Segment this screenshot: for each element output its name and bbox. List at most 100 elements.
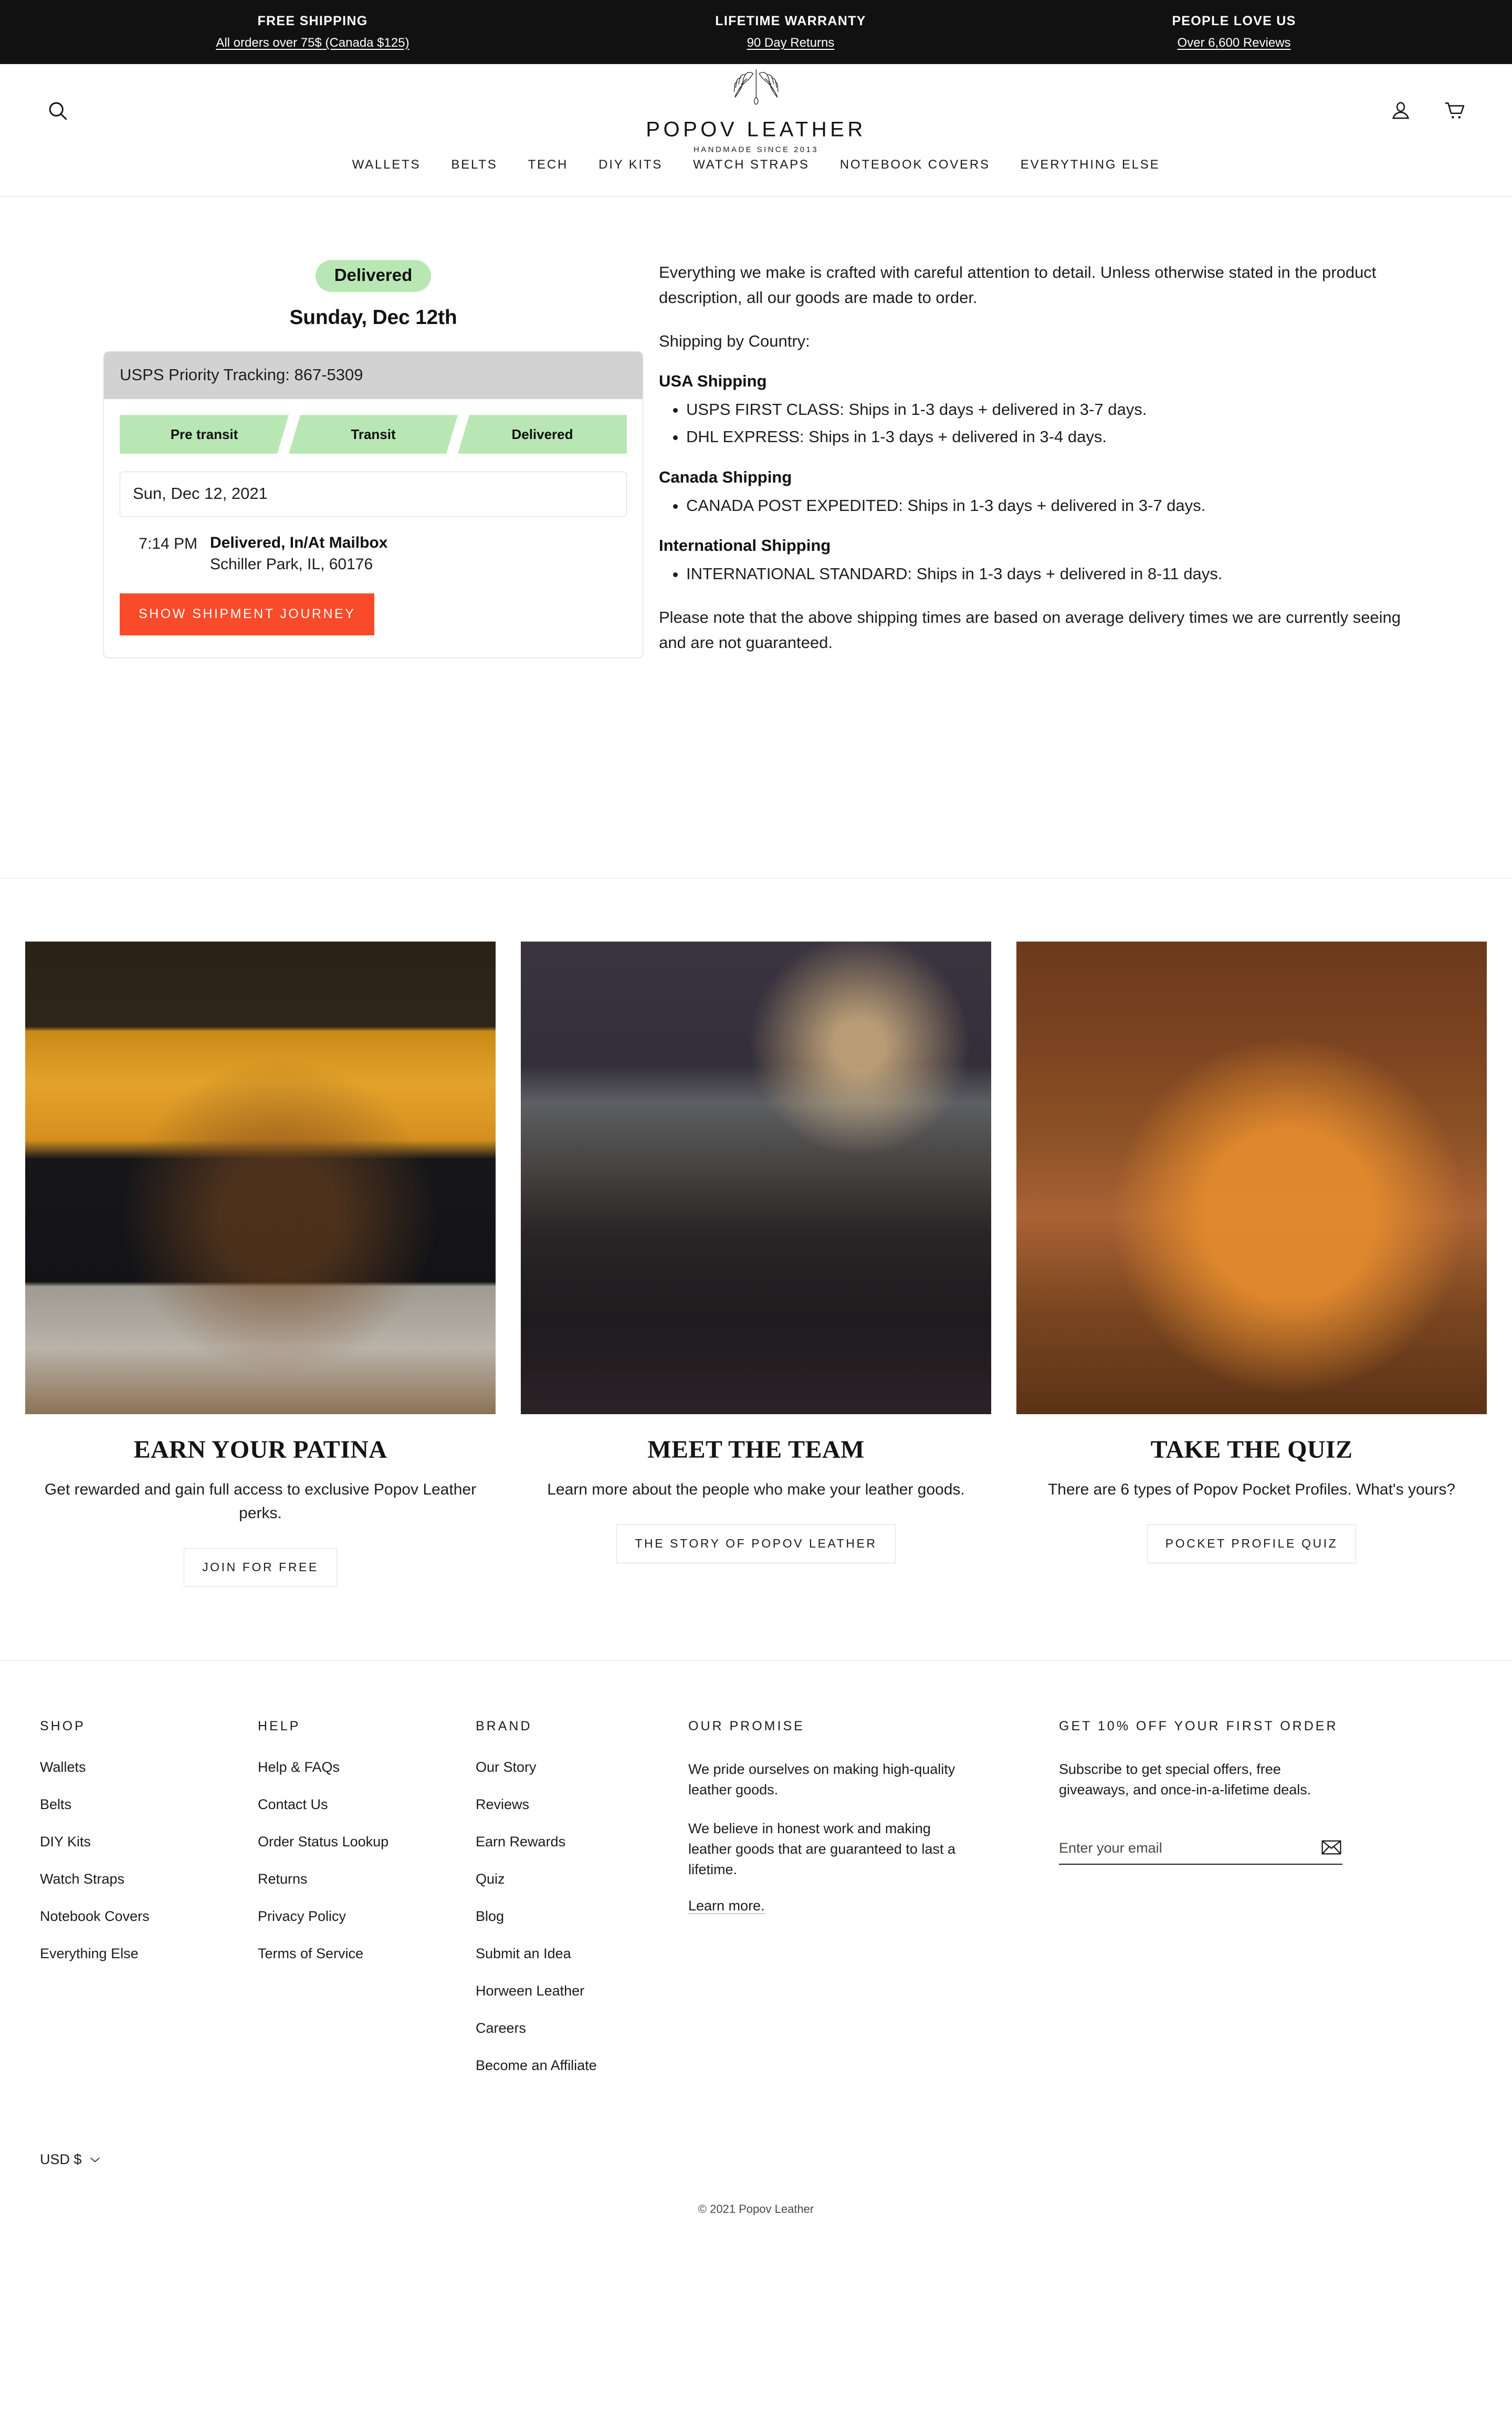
footer-link-belts[interactable]: Belts	[40, 1796, 237, 1813]
email-field[interactable]	[1059, 1840, 1269, 1856]
footer-column-our-promise: OUR PROMISE We pride ourselves on making…	[688, 1719, 1056, 2095]
footer-heading-help: HELP	[258, 1719, 301, 1734]
announcement-title: LIFETIME WARRANTY	[715, 13, 866, 28]
footer-bottom-bar: USD $ © 2021 Popov Leather	[40, 2095, 1472, 2216]
list-item: DHL EXPRESS: Ships in 1-3 days + deliver…	[686, 424, 1408, 450]
search-button[interactable]	[43, 96, 72, 126]
list-item: INTERNATIONAL STANDARD: Ships in 1-3 day…	[686, 561, 1408, 587]
nav-item-watch-straps[interactable]: WATCH STRAPS	[678, 158, 825, 172]
newsletter-submit-button[interactable]	[1321, 1840, 1342, 1856]
usa-shipping-heading: USA Shipping	[659, 372, 767, 391]
feature-card-take-the-quiz: TAKE THE QUIZ There are 6 types of Popov…	[1016, 942, 1487, 1587]
search-icon	[49, 102, 67, 120]
newsletter-description: Subscribe to get special offers, free gi…	[1059, 1761, 1311, 1798]
footer-link-returns[interactable]: Returns	[258, 1871, 455, 1887]
footer-link-submit-an-idea[interactable]: Submit an Idea	[476, 1946, 667, 1962]
feature-title: TAKE THE QUIZ	[1150, 1436, 1353, 1464]
footer-link-terms-of-service[interactable]: Terms of Service	[258, 1946, 455, 1962]
feature-card-meet-the-team: MEET THE TEAM Learn more about the peopl…	[521, 942, 991, 1587]
join-for-free-button[interactable]: JOIN FOR FREE	[184, 1548, 337, 1587]
currency-label: USD $	[40, 2151, 82, 2168]
site-header: POPOV LEATHER HANDMADE SINCE 2013	[0, 64, 1512, 158]
footer-link-order-status-lookup[interactable]: Order Status Lookup	[258, 1834, 455, 1850]
feature-description: Learn more about the people who make you…	[547, 1481, 965, 1499]
feature-image[interactable]	[521, 942, 991, 1415]
shipping-by-country-label: Shipping by Country:	[659, 331, 810, 350]
announcement-link[interactable]: Over 6,600 Reviews	[1172, 34, 1296, 53]
currency-selector[interactable]: USD $	[40, 2151, 101, 2168]
logo-wordmark: POPOV LEATHER	[646, 118, 866, 141]
nav-item-belts[interactable]: BELTS	[436, 158, 512, 172]
announcement-item-warranty: LIFETIME WARRANTY 90 Day Returns	[715, 12, 866, 53]
footer-heading-our-promise: OUR PROMISE	[688, 1719, 805, 1734]
feature-title: EARN YOUR PATINA	[133, 1436, 387, 1464]
footer-link-watch-straps[interactable]: Watch Straps	[40, 1871, 237, 1887]
story-of-popov-leather-button[interactable]: THE STORY OF POPOV LEATHER	[616, 1524, 896, 1564]
footer-link-privacy-policy[interactable]: Privacy Policy	[258, 1908, 455, 1925]
international-shipping-heading: International Shipping	[659, 536, 831, 555]
event-time: 7:14 PM	[139, 535, 197, 553]
nav-item-wallets[interactable]: WALLETS	[337, 158, 436, 172]
account-icon	[1392, 102, 1410, 119]
envelope-icon	[1321, 1840, 1341, 1854]
cart-button[interactable]	[1444, 99, 1467, 122]
footer-link-contact-us[interactable]: Contact Us	[258, 1796, 455, 1813]
footer-link-help-faqs[interactable]: Help & FAQs	[258, 1759, 455, 1775]
footer-link-blog[interactable]: Blog	[476, 1908, 667, 1925]
copyright-text: © 2021 Popov Leather	[698, 2202, 814, 2216]
shipment-progress-steps: Pre transit Transit Delivered	[120, 415, 627, 454]
list-item: USPS FIRST CLASS: Ships in 1-3 days + de…	[686, 397, 1408, 422]
newsletter-form	[1059, 1840, 1342, 1865]
announcement-title: PEOPLE LOVE US	[1172, 13, 1296, 28]
announcement-link[interactable]: All orders over 75$ (Canada $125)	[216, 34, 409, 53]
promise-paragraph-2: We believe in honest work and making lea…	[688, 1820, 956, 1877]
footer-link-become-an-affiliate[interactable]: Become an Affiliate	[476, 2057, 667, 2074]
feature-image[interactable]	[1016, 942, 1487, 1415]
footer-link-our-story[interactable]: Our Story	[476, 1759, 667, 1775]
status-badge: Delivered	[315, 260, 432, 292]
footer-link-everything-else[interactable]: Everything Else	[40, 1946, 237, 1962]
account-button[interactable]	[1390, 100, 1411, 121]
canada-shipping-heading: Canada Shipping	[659, 467, 792, 486]
announcement-item-shipping: FREE SHIPPING All orders over 75$ (Canad…	[216, 12, 409, 53]
step-delivered: Delivered	[458, 415, 627, 454]
main-content: Delivered Sunday, Dec 12th USPS Priority…	[0, 197, 1512, 879]
footer-link-horween-leather[interactable]: Horween Leather	[476, 1983, 667, 1999]
footer-link-reviews[interactable]: Reviews	[476, 1796, 667, 1813]
announcement-title: FREE SHIPPING	[257, 13, 368, 28]
step-pre-transit: Pre transit	[120, 415, 289, 454]
footer-column-brand: BRAND Our Story Reviews Earn Rewards Qui…	[476, 1719, 688, 2095]
nav-item-diy-kits[interactable]: DIY KITS	[583, 158, 678, 172]
footer-link-wallets[interactable]: Wallets	[40, 1759, 237, 1775]
footer-link-notebook-covers[interactable]: Notebook Covers	[40, 1908, 237, 1925]
footer-link-careers[interactable]: Careers	[476, 2020, 667, 2036]
footer-link-diy-kits[interactable]: DIY Kits	[40, 1834, 237, 1850]
tracking-panel: Delivered Sunday, Dec 12th USPS Priority…	[0, 260, 659, 673]
nav-item-everything-else[interactable]: EVERYTHING ELSE	[1005, 158, 1175, 172]
site-footer: SHOP Wallets Belts DIY Kits Watch Straps…	[0, 1660, 1512, 2216]
feature-image[interactable]	[25, 942, 496, 1415]
feature-description: Get rewarded and gain full access to exc…	[44, 1481, 477, 1522]
international-shipping-list: INTERNATIONAL STANDARD: Ships in 1-3 day…	[659, 561, 1408, 587]
feature-title: MEET THE TEAM	[647, 1436, 865, 1464]
usa-shipping-list: USPS FIRST CLASS: Ships in 1-3 days + de…	[659, 397, 1408, 450]
learn-more-link[interactable]: Learn more.	[688, 1898, 765, 1914]
hands-needle-logo-icon	[733, 69, 779, 105]
footer-link-quiz[interactable]: Quiz	[476, 1871, 667, 1887]
shipping-intro: Everything we make is crafted with caref…	[659, 263, 1377, 307]
tracking-number-label: USPS Priority Tracking: 867-5309	[104, 352, 643, 400]
announcement-link[interactable]: 90 Day Returns	[715, 34, 866, 53]
nav-item-tech[interactable]: TECH	[513, 158, 584, 172]
nav-item-notebook-covers[interactable]: NOTEBOOK COVERS	[825, 158, 1005, 172]
show-shipment-journey-button[interactable]: Show shipment journey	[120, 593, 375, 636]
footer-column-help: HELP Help & FAQs Contact Us Order Status…	[258, 1719, 476, 2095]
event-title: Delivered, In/At Mailbox	[210, 534, 388, 552]
footer-link-earn-rewards[interactable]: Earn Rewards	[476, 1834, 667, 1850]
pocket-profile-quiz-button[interactable]: POCKET PROFILE QUIZ	[1147, 1524, 1357, 1564]
list-item: CANADA POST EXPEDITED: Ships in 1-3 days…	[686, 493, 1408, 518]
footer-heading-shop: SHOP	[40, 1719, 86, 1734]
shipping-information: Everything we make is crafted with caref…	[659, 260, 1512, 673]
feature-card-earn-your-patina: EARN YOUR PATINA Get rewarded and gain f…	[25, 942, 496, 1587]
site-logo[interactable]: POPOV LEATHER HANDMADE SINCE 2013	[646, 68, 866, 154]
shipping-note: Please note that the above shipping time…	[659, 608, 1401, 652]
